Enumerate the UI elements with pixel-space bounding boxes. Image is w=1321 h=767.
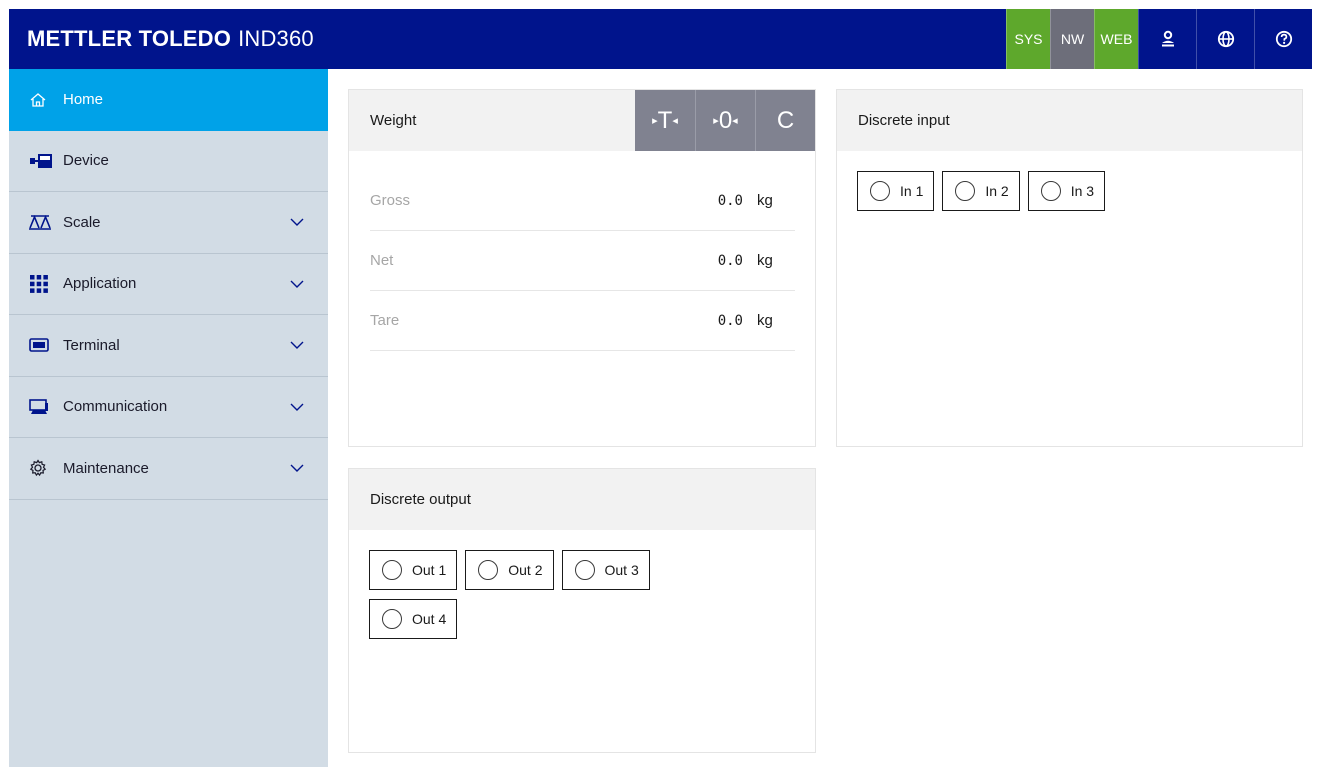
input-3-label: In 3: [1070, 183, 1095, 199]
user-button[interactable]: [1138, 9, 1196, 69]
globe-icon: [1217, 30, 1234, 48]
brand-model: IND360: [238, 26, 314, 51]
chevron-down-icon: [290, 341, 304, 350]
sidebar-item-home[interactable]: Home: [9, 69, 328, 131]
tare-key-label: T: [657, 106, 673, 134]
sidebar-item-maintenance[interactable]: Maintenance: [9, 438, 328, 500]
home-icon: [29, 90, 55, 110]
tare-unit: kg: [757, 312, 773, 329]
terminal-icon: [29, 335, 55, 355]
help-icon: [1275, 30, 1292, 48]
sys-status-button[interactable]: SYS: [1006, 9, 1050, 69]
sidebar-item-label: Device: [63, 152, 109, 170]
gross-label: Gross: [370, 192, 411, 209]
top-bar: METTLER TOLEDO IND360 SYS NW WEB: [9, 9, 1312, 69]
communication-icon: [29, 397, 55, 417]
sidebar-item-scale[interactable]: Scale: [9, 192, 328, 254]
net-label: Net: [370, 252, 394, 269]
gross-row: Gross 0.0 kg: [370, 171, 795, 231]
device-icon: [29, 151, 55, 171]
nw-status-button[interactable]: NW: [1050, 9, 1094, 69]
chevron-down-icon: [290, 403, 304, 411]
sidebar-item-label: Scale: [63, 213, 101, 231]
output-3-label: Out 3: [604, 562, 639, 578]
discrete-input-card: Discrete input In 1 In 2 In 3: [836, 89, 1303, 447]
sidebar-item-label: Home: [63, 91, 104, 109]
weight-card-title: Weight: [370, 112, 417, 129]
sidebar-item-label: Terminal: [63, 336, 120, 354]
sidebar-item-device[interactable]: Device: [9, 131, 328, 192]
output-4-button[interactable]: Out 4: [369, 599, 458, 639]
net-row: Net 0.0 kg: [370, 231, 795, 291]
output-2-button[interactable]: Out 2: [465, 550, 554, 590]
chevron-down-icon: [290, 280, 304, 288]
discrete-input-header: Discrete input: [837, 90, 1302, 151]
output-1-label: Out 1: [412, 562, 447, 578]
weight-card: Weight ▸ T ◂ ▸ 0 ◂ C Gross 0.0 kg Net 0.0 kg…: [348, 89, 816, 447]
gross-value: 0.0: [717, 192, 743, 209]
sidebar-item-terminal[interactable]: Terminal: [9, 315, 328, 377]
radio-icon: [382, 560, 402, 580]
input-2-label: In 2: [985, 183, 1009, 199]
sidebar-item-application[interactable]: Application: [9, 254, 328, 315]
discrete-input-title: Discrete input: [858, 112, 950, 129]
output-1-button[interactable]: Out 1: [369, 550, 458, 590]
web-status-label: WEB: [1100, 31, 1133, 47]
discrete-input-list: In 1 In 2 In 3: [837, 151, 1302, 211]
net-unit: kg: [757, 252, 773, 269]
sidebar-item-label: Maintenance: [63, 459, 149, 477]
output-4-label: Out 4: [412, 611, 447, 627]
chevron-down-icon: [290, 218, 304, 227]
scale-icon: [29, 212, 55, 232]
language-button[interactable]: [1196, 9, 1254, 69]
sidebar-item-label: Application: [63, 275, 137, 293]
sidebar-item-communication[interactable]: Communication: [9, 377, 328, 438]
radio-icon: [574, 560, 595, 580]
discrete-output-header: Discrete output: [349, 469, 815, 530]
output-2-label: Out 2: [508, 562, 543, 578]
discrete-output-title: Discrete output: [370, 491, 471, 508]
tare-value: 0.0: [717, 312, 743, 329]
weight-card-header: Weight ▸ T ◂ ▸ 0 ◂ C: [349, 90, 815, 151]
discrete-output-list: Out 1 Out 2 Out 3 Out 4: [349, 530, 709, 639]
input-2-button[interactable]: In 2: [942, 171, 1020, 211]
tare-button[interactable]: ▸ T ◂: [635, 90, 695, 151]
chevron-down-icon: [290, 464, 304, 473]
brand-name: METTLER TOLEDO: [27, 26, 232, 51]
grid-icon: [29, 274, 55, 294]
zero-button[interactable]: ▸ 0 ◂: [695, 90, 755, 151]
input-3-button[interactable]: In 3: [1027, 171, 1106, 211]
tare-row: Tare 0.0 kg: [370, 291, 795, 351]
input-1-button[interactable]: In 1: [857, 171, 935, 211]
sidebar: Home Device Scale Application Terminal C…: [9, 69, 328, 767]
radio-icon: [478, 560, 499, 580]
web-status-button[interactable]: WEB: [1094, 9, 1138, 69]
nw-status-label: NW: [1060, 31, 1085, 47]
output-3-button[interactable]: Out 3: [561, 550, 650, 590]
radio-icon: [870, 181, 890, 201]
clear-key-label: C: [776, 106, 795, 134]
help-button[interactable]: [1254, 9, 1312, 69]
sys-status-label: SYS: [1014, 31, 1043, 47]
sidebar-item-label: Communication: [63, 398, 168, 416]
net-value: 0.0: [717, 252, 743, 269]
tare-label: Tare: [370, 312, 400, 329]
weight-keys: ▸ T ◂ ▸ 0 ◂ C: [635, 90, 815, 151]
clear-button[interactable]: C: [755, 90, 815, 151]
input-1-label: In 1: [900, 183, 924, 199]
discrete-output-card: Discrete output Out 1 Out 2 Out 3 Out 4: [348, 468, 816, 753]
radio-icon: [955, 181, 976, 201]
zero-key-label: 0: [718, 106, 733, 134]
radio-icon: [382, 609, 402, 629]
brand-logo: METTLER TOLEDO IND360: [9, 26, 1006, 52]
radio-icon: [1040, 181, 1061, 201]
gear-icon: [29, 458, 55, 478]
gross-unit: kg: [757, 192, 773, 209]
user-icon: [1161, 30, 1174, 47]
